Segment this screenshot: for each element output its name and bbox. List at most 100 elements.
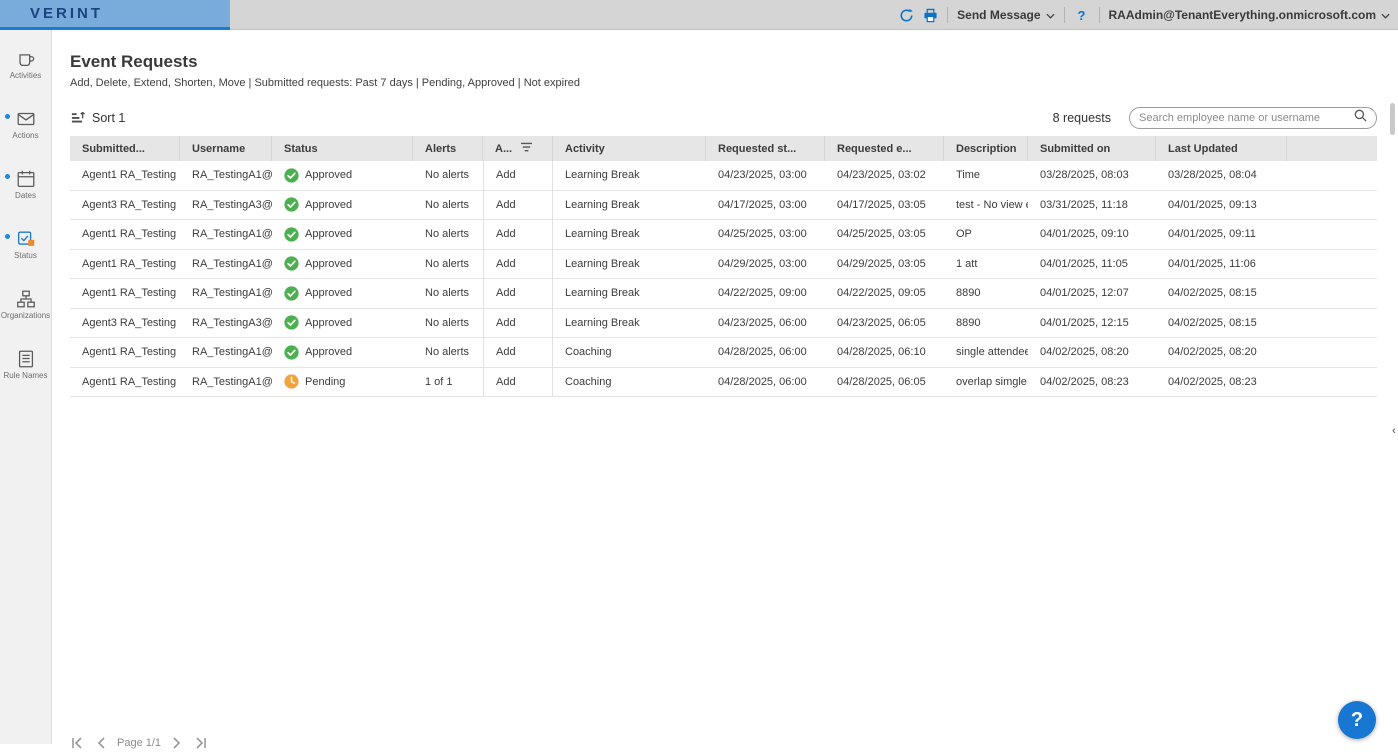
cell-requested-end: 04/23/2025, 06:05 bbox=[825, 309, 944, 338]
cell-last-updated: 04/01/2025, 09:13 bbox=[1156, 191, 1287, 220]
cell-requested-end: 04/28/2025, 06:05 bbox=[825, 368, 944, 397]
filter-icon[interactable] bbox=[520, 142, 533, 156]
column-header-requested-end[interactable]: Requested e... bbox=[825, 136, 944, 161]
vertical-scrollbar-thumb[interactable] bbox=[1390, 103, 1395, 135]
cell-requested-end: 04/25/2025, 03:05 bbox=[825, 220, 944, 249]
cell-alerts: No alerts bbox=[413, 220, 483, 249]
table-row[interactable]: Agent3 RA_TestingRA_TestingA3@ApprovedNo… bbox=[70, 309, 1377, 339]
filter-active-dot bbox=[5, 174, 10, 179]
table-row[interactable]: Agent1 RA_TestingRA_TestingA1@ApprovedNo… bbox=[70, 279, 1377, 309]
account-menu[interactable]: RAAdmin@TenantEverything.onmicrosoft.com bbox=[1109, 8, 1391, 22]
cell-requested-end: 04/22/2025, 09:05 bbox=[825, 279, 944, 308]
cell-spacer bbox=[1287, 250, 1377, 279]
dates-icon bbox=[15, 168, 37, 190]
cell-last-updated: 04/02/2025, 08:15 bbox=[1156, 309, 1287, 338]
main-content: Event Requests Add, Delete, Extend, Shor… bbox=[52, 30, 1398, 744]
cell-last-updated: 04/02/2025, 08:23 bbox=[1156, 368, 1287, 397]
column-header-submitted-by[interactable]: Submitted... bbox=[70, 136, 180, 161]
cell-status: Pending bbox=[272, 368, 413, 397]
chevron-down-icon bbox=[1046, 8, 1055, 22]
cell-alerts: No alerts bbox=[413, 338, 483, 367]
cell-spacer bbox=[1287, 220, 1377, 249]
approved-icon bbox=[284, 286, 299, 301]
cell-submitted-on: 04/01/2025, 11:05 bbox=[1028, 250, 1156, 279]
approved-icon bbox=[284, 168, 299, 183]
send-message-button[interactable]: Send Message bbox=[957, 8, 1054, 22]
column-header-last-updated[interactable]: Last Updated bbox=[1156, 136, 1287, 161]
column-header-description[interactable]: Description bbox=[944, 136, 1028, 161]
table-row[interactable]: Agent1 RA_TestingRA_TestingA1@ApprovedNo… bbox=[70, 250, 1377, 280]
toolbar-divider bbox=[947, 7, 948, 23]
cell-requested-start: 04/28/2025, 06:00 bbox=[706, 338, 825, 367]
cell-submitted-by: Agent1 RA_Testing bbox=[70, 338, 180, 367]
refresh-icon[interactable] bbox=[899, 8, 914, 23]
cell-requested-start: 04/29/2025, 03:00 bbox=[706, 250, 825, 279]
first-page-button[interactable] bbox=[70, 737, 84, 749]
filter-active-dot bbox=[5, 114, 10, 119]
table-header: Submitted...UsernameStatusAlertsA...Acti… bbox=[70, 136, 1377, 161]
cell-activity: Learning Break bbox=[553, 279, 706, 308]
cell-requested-start: 04/22/2025, 09:00 bbox=[706, 279, 825, 308]
table-row[interactable]: Agent1 RA_TestingRA_TestingA1@Pending1 o… bbox=[70, 368, 1377, 398]
cell-status: Approved bbox=[272, 338, 413, 367]
last-page-button[interactable] bbox=[194, 737, 208, 749]
sidebar-item-activities[interactable]: Activities bbox=[0, 42, 51, 102]
search-box[interactable] bbox=[1129, 107, 1377, 129]
sort-button[interactable]: Sort 1 bbox=[70, 110, 125, 126]
cell-submitted-on: 04/01/2025, 12:07 bbox=[1028, 279, 1156, 308]
table-row[interactable]: Agent1 RA_TestingRA_TestingA1@ApprovedNo… bbox=[70, 161, 1377, 191]
cell-username: RA_TestingA1@ bbox=[180, 368, 272, 397]
column-header-action[interactable]: A... bbox=[483, 136, 553, 161]
toolbar-divider bbox=[1064, 7, 1065, 23]
help-fab-button[interactable]: ? bbox=[1338, 701, 1376, 739]
sidebar-item-organizations[interactable]: Organizations bbox=[0, 282, 51, 342]
cell-last-updated: 04/01/2025, 09:11 bbox=[1156, 220, 1287, 249]
chevron-down-icon bbox=[1381, 8, 1390, 22]
approved-icon bbox=[284, 197, 299, 212]
sidebar-item-rule-names[interactable]: Rule Names bbox=[0, 342, 51, 402]
cell-action: Add bbox=[483, 309, 553, 338]
cell-status: Approved bbox=[272, 191, 413, 220]
table-row[interactable]: Agent1 RA_TestingRA_TestingA1@ApprovedNo… bbox=[70, 220, 1377, 250]
send-message-label: Send Message bbox=[957, 8, 1040, 22]
cell-action: Add bbox=[483, 279, 553, 308]
cell-username: RA_TestingA3@ bbox=[180, 191, 272, 220]
sidebar: ActivitiesActions Dates Status Organization… bbox=[0, 30, 52, 744]
column-header-status[interactable]: Status bbox=[272, 136, 413, 161]
column-header-alerts[interactable]: Alerts bbox=[413, 136, 483, 161]
cell-username: RA_TestingA3@ bbox=[180, 309, 272, 338]
cell-requested-end: 04/23/2025, 03:02 bbox=[825, 161, 944, 190]
cell-alerts: 1 of 1 bbox=[413, 368, 483, 397]
sidebar-item-dates[interactable]: Dates bbox=[0, 162, 51, 222]
cell-action: Add bbox=[483, 250, 553, 279]
account-label: RAAdmin@TenantEverything.onmicrosoft.com bbox=[1109, 8, 1377, 22]
column-header-activity[interactable]: Activity bbox=[553, 136, 706, 161]
request-count: 8 requests bbox=[1053, 111, 1111, 125]
sidebar-item-label: Organizations bbox=[1, 312, 50, 321]
column-header-requested-start[interactable]: Requested st... bbox=[706, 136, 825, 161]
cell-status: Approved bbox=[272, 161, 413, 190]
cell-alerts: No alerts bbox=[413, 250, 483, 279]
panel-expand-handle[interactable]: ‹ bbox=[1390, 422, 1398, 440]
sidebar-item-status[interactable]: Status bbox=[0, 222, 51, 282]
approved-icon bbox=[284, 315, 299, 330]
help-link[interactable]: ? bbox=[1074, 8, 1090, 23]
column-header-username[interactable]: Username bbox=[180, 136, 272, 161]
next-page-button[interactable] bbox=[173, 737, 182, 749]
cell-submitted-on: 04/02/2025, 08:20 bbox=[1028, 338, 1156, 367]
table-row[interactable]: Agent3 RA_TestingRA_TestingA3@ApprovedNo… bbox=[70, 191, 1377, 221]
sidebar-item-actions[interactable]: Actions bbox=[0, 102, 51, 162]
cell-requested-end: 04/17/2025, 03:05 bbox=[825, 191, 944, 220]
search-icon[interactable] bbox=[1354, 109, 1367, 127]
cell-requested-start: 04/25/2025, 03:00 bbox=[706, 220, 825, 249]
cell-description: overlap simgle bbox=[944, 368, 1028, 397]
prev-page-button[interactable] bbox=[96, 737, 105, 749]
print-icon[interactable] bbox=[923, 8, 938, 23]
sidebar-item-label: Dates bbox=[15, 192, 36, 201]
search-input[interactable] bbox=[1139, 112, 1348, 124]
table-row[interactable]: Agent1 RA_TestingRA_TestingA1@ApprovedNo… bbox=[70, 338, 1377, 368]
approved-icon bbox=[284, 227, 299, 242]
cell-spacer bbox=[1287, 309, 1377, 338]
column-header-submitted-on[interactable]: Submitted on bbox=[1028, 136, 1156, 161]
cell-status: Approved bbox=[272, 309, 413, 338]
